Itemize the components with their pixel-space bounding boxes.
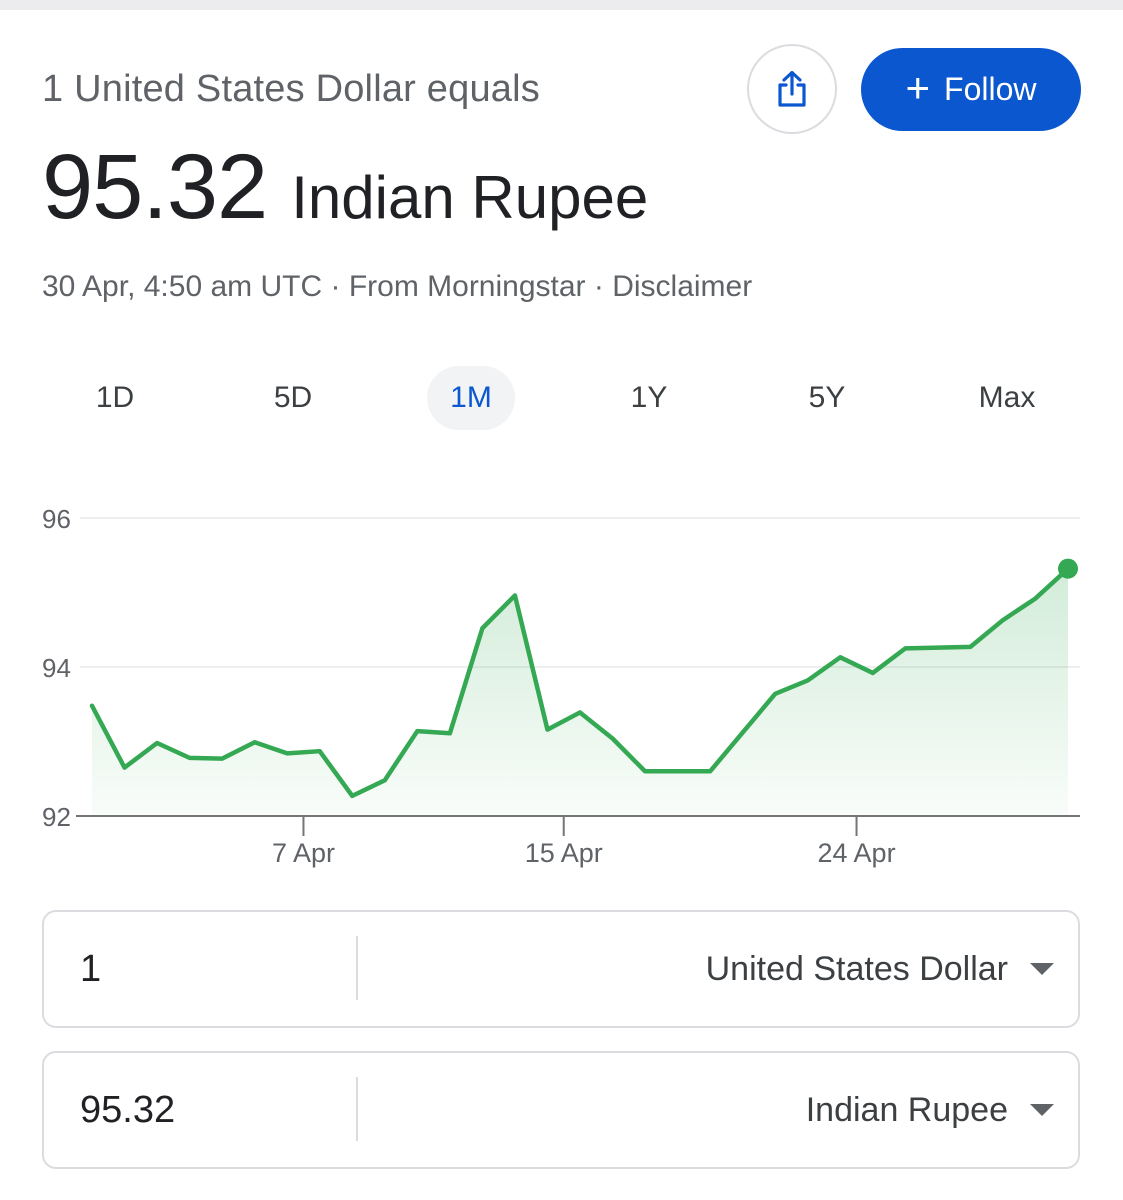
rate-value: 95.32 xyxy=(42,136,268,238)
converter-row-to: 95.32 Indian Rupee xyxy=(42,1051,1080,1169)
tab-5y[interactable]: 5Y xyxy=(783,366,871,430)
tab-5d[interactable]: 5D xyxy=(249,366,337,430)
meta-separator: · xyxy=(322,270,349,303)
timestamp: 30 Apr, 4:50 am UTC xyxy=(42,270,323,303)
amount-input-to[interactable]: 95.32 xyxy=(80,1053,340,1167)
plus-icon: + xyxy=(905,63,931,111)
currency-select-from[interactable]: United States Dollar xyxy=(706,912,1008,1026)
x-tick-label: 15 Apr xyxy=(525,838,603,868)
currency-select-to[interactable]: Indian Rupee xyxy=(806,1053,1008,1167)
tab-1d[interactable]: 1D xyxy=(71,366,159,430)
follow-label: Follow xyxy=(944,71,1037,107)
follow-button[interactable]: + Follow xyxy=(861,48,1081,131)
source-text: From Morningstar xyxy=(348,270,586,303)
disclaimer-link[interactable]: Disclaimer xyxy=(612,270,752,303)
amount-input-from[interactable]: 1 xyxy=(80,912,340,1026)
converter-row-from: 1 United States Dollar xyxy=(42,910,1080,1028)
tab-1m[interactable]: 1M xyxy=(427,366,515,430)
x-tick-label: 7 Apr xyxy=(272,838,335,868)
dropdown-caret-icon[interactable] xyxy=(1030,1104,1054,1116)
dropdown-caret-icon[interactable] xyxy=(1030,963,1054,975)
exchange-rate-chart[interactable]: 96 94 92 7 Apr 15 Apr 24 Apr xyxy=(0,480,1123,880)
converter-divider xyxy=(356,1077,358,1141)
y-tick-label: 94 xyxy=(42,653,71,683)
top-strip xyxy=(0,0,1123,10)
y-tick-label: 96 xyxy=(42,504,71,534)
area-fill xyxy=(92,568,1068,816)
rate-meta: 30 Apr, 4:50 am UTC · From Morningstar ·… xyxy=(42,270,752,304)
rate-unit: Indian Rupee xyxy=(291,164,649,231)
x-tick-label: 24 Apr xyxy=(818,838,896,868)
chart-svg: 96 94 92 7 Apr 15 Apr 24 Apr xyxy=(42,504,1080,868)
tab-1y[interactable]: 1Y xyxy=(605,366,693,430)
range-tabs: 1D 5D 1M 1Y 5Y Max xyxy=(25,366,1095,430)
share-icon xyxy=(778,70,806,107)
rate-line: 95.32 Indian Rupee xyxy=(42,135,648,240)
tab-max[interactable]: Max xyxy=(963,366,1051,430)
conversion-subtitle: 1 United States Dollar equals xyxy=(42,68,540,110)
share-button[interactable] xyxy=(747,44,837,134)
converter-divider xyxy=(356,936,358,1000)
latest-point xyxy=(1058,558,1078,579)
meta-separator: · xyxy=(585,270,613,303)
y-tick-label: 92 xyxy=(42,802,71,832)
